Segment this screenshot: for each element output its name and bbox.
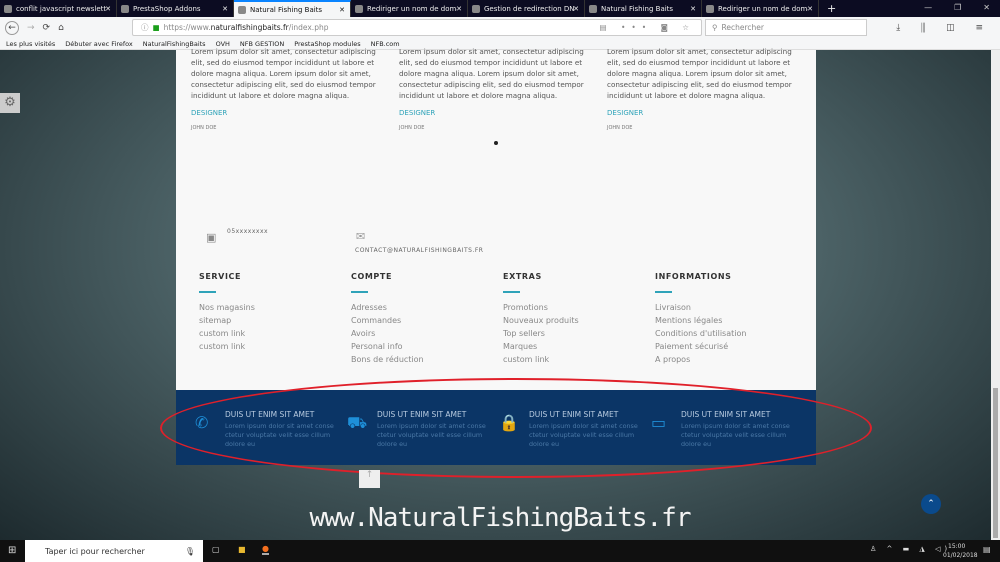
content-panel: Lorem ipsum dolor sit amet, consectetur … <box>176 47 816 390</box>
close-tab-icon[interactable]: ✕ <box>339 6 345 14</box>
scroll-top-button[interactable]: ⌃ <box>921 494 941 514</box>
tab-5[interactable]: Natural Fishing Baits ✕ <box>585 0 702 17</box>
footer-column-compte: COMPTE Adresses Commandes Avoirs Personal in… <box>351 272 424 366</box>
tab-3[interactable]: Rediriger un nom de domaine✕ <box>351 0 468 17</box>
footer-link[interactable]: Marques <box>503 340 579 353</box>
footer-link[interactable]: Avoirs <box>351 327 424 340</box>
footer-column-service: SERVICE Nos magasins sitemap custom link cus… <box>199 272 255 353</box>
clock-date[interactable]: 01/02/2018 <box>943 552 978 559</box>
new-tab-button[interactable]: + <box>819 0 844 17</box>
phone-icon: ▣ <box>206 231 217 244</box>
testimonial: Lorem ipsum dolor sit amet, consectetur … <box>191 47 376 131</box>
notification-icon[interactable]: ▤ <box>983 545 991 554</box>
heading-underline <box>199 291 216 293</box>
tab-6[interactable]: Rediriger un nom de domaine✕ <box>702 0 819 17</box>
brand-text: www.NaturalFishingBaits.fr <box>309 503 692 533</box>
task-view-icon[interactable]: ▢ <box>212 545 220 554</box>
gear-icon[interactable]: ⚙ <box>0 93 20 113</box>
tray-icons[interactable]: ♙ ^ ▬ ◮ ◁) <box>870 545 951 553</box>
reload-button[interactable]: ⟳ <box>43 23 51 33</box>
tab-2[interactable]: Natural Fishing Baits ✕ <box>234 0 351 17</box>
minimize-icon[interactable]: — <box>924 3 932 12</box>
footer-link[interactable]: custom link <box>199 340 255 353</box>
firefox-icon[interactable]: ● <box>262 544 269 555</box>
footer-link[interactable]: Personal info <box>351 340 424 353</box>
testimonial: Lorem ipsum dolor sit amet, consectetur … <box>607 47 792 131</box>
favicon-icon <box>4 4 12 13</box>
windows-start-icon[interactable]: ⊞ <box>8 545 16 556</box>
testimonial: Lorem ipsum dolor sit amet, consectetur … <box>399 47 584 131</box>
footer-link[interactable]: Nouveaux produits <box>503 314 579 327</box>
search-input[interactable]: ⚲ Rechercher <box>705 19 867 36</box>
scrollbar[interactable] <box>991 50 1000 540</box>
close-tab-icon[interactable]: ✕ <box>807 5 813 13</box>
back-button[interactable]: ← <box>5 20 19 35</box>
tab-0[interactable]: conflit javascript newsletter - R✕ <box>0 0 117 17</box>
footer-link[interactable]: Top sellers <box>503 327 579 340</box>
nav-bar: ← → ⟳ ⌂ ⓘ ■ https://www. naturalfishingba… <box>0 17 1000 38</box>
carousel-dot[interactable] <box>494 141 498 145</box>
clock-time[interactable]: 15:00 <box>948 543 965 550</box>
favicon-icon <box>589 4 597 13</box>
footer-link[interactable]: Commandes <box>351 314 424 327</box>
file-explorer-icon[interactable]: ■ <box>238 545 246 554</box>
info-icon[interactable]: ⓘ <box>141 22 149 33</box>
taskbar: ⊞ Taper ici pour rechercher 🎙 ▢ ■ ● ♙ ^ ▬… <box>0 540 1000 562</box>
window-controls: — ❐ ✕ <box>914 0 1000 15</box>
toolbar-icons[interactable]: ⤓ ⫼ ◫ ≡ <box>896 23 992 33</box>
maximize-icon[interactable]: ❐ <box>954 3 961 12</box>
favicon-icon <box>706 4 714 13</box>
footer-column-informations: INFORMATIONS Livraison Mentions légales Con… <box>655 272 747 366</box>
forward-button[interactable]: → <box>27 23 35 33</box>
contact-email[interactable]: CONTACT@NATURALFISHINGBAITS.FR <box>355 247 483 254</box>
tab-bar: conflit javascript newsletter - R✕Presta… <box>0 0 1000 17</box>
close-icon[interactable]: ✕ <box>983 3 990 12</box>
lock-icon: ■ <box>152 23 160 32</box>
footer-link[interactable]: custom link <box>199 327 255 340</box>
footer-link[interactable]: A propos <box>655 353 746 366</box>
home-button[interactable]: ⌂ <box>58 23 64 33</box>
favicon-icon <box>121 4 129 13</box>
page-viewport: Lorem ipsum dolor sit amet, consectetur … <box>0 47 1000 540</box>
footer-link[interactable]: Livraison <box>655 301 746 314</box>
footer-link[interactable]: Promotions <box>503 301 579 314</box>
close-tab-icon[interactable]: ✕ <box>456 5 462 13</box>
phone-number: 05xxxxxxxx <box>227 228 269 235</box>
tab-4[interactable]: Gestion de redirection DNS (en✕ <box>468 0 585 17</box>
heading-underline <box>351 291 368 293</box>
close-tab-icon[interactable]: ✕ <box>105 5 111 13</box>
mail-icon: ✉ <box>356 230 366 243</box>
mic-icon[interactable]: 🎙 <box>185 547 195 556</box>
footer-link[interactable]: Mentions légales <box>655 314 746 327</box>
footer-link[interactable]: Bons de réduction <box>351 353 424 366</box>
taskbar-search[interactable]: Taper ici pour rechercher 🎙 <box>25 540 203 562</box>
footer-link[interactable]: Conditions d'utilisation <box>655 327 746 340</box>
footer-link[interactable]: sitemap <box>199 314 255 327</box>
bookmark-item[interactable]: Débuter avec Firefox <box>65 40 133 48</box>
close-tab-icon[interactable]: ✕ <box>222 5 228 13</box>
footer-link[interactable]: custom link <box>503 353 579 366</box>
favicon-icon <box>238 5 246 14</box>
annotation-ellipse <box>160 378 872 478</box>
page-actions[interactable]: ▤ ••• ◙ ☆ <box>599 23 695 32</box>
footer-column-extras: EXTRAS Promotions Nouveaux produits Top sel… <box>503 272 579 366</box>
footer-link[interactable]: Adresses <box>351 301 424 314</box>
heading-underline <box>503 291 520 293</box>
footer-link[interactable]: Paiement sécurisé <box>655 340 746 353</box>
footer-link[interactable]: Nos magasins <box>199 301 255 314</box>
favicon-icon <box>355 4 363 13</box>
tab-1[interactable]: PrestaShop Addons ✕ <box>117 0 234 17</box>
close-tab-icon[interactable]: ✕ <box>573 5 579 13</box>
search-icon: ⚲ <box>712 23 718 32</box>
favicon-icon <box>472 4 480 13</box>
thumbnail-square: ↑ <box>359 470 380 488</box>
url-bar[interactable]: ⓘ ■ https://www. naturalfishingbaits.fr/i… <box>132 19 702 36</box>
bookmark-item[interactable]: Les plus visités <box>6 40 55 48</box>
heading-underline <box>655 291 672 293</box>
close-tab-icon[interactable]: ✕ <box>690 5 696 13</box>
